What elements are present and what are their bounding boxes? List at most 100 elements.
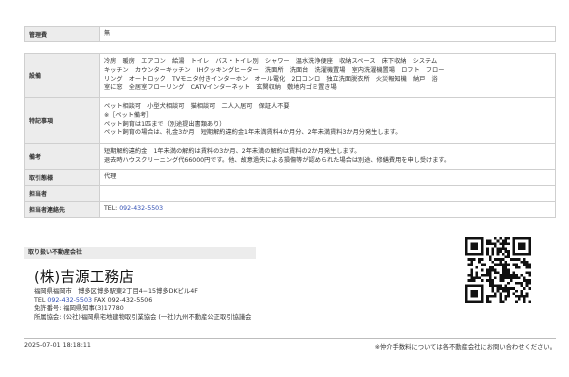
qr-module	[504, 297, 508, 301]
qr-module	[465, 297, 468, 301]
qr-module	[491, 279, 495, 282]
qr-module	[472, 258, 476, 261]
remarks-line: 短期解約違約金 1年未満の解約は賃料の3か月、2年未満の解約は賃料の2か月発生し…	[104, 147, 361, 155]
agency-associations: 所属協会: (公社)福岡県宅地建物取引業協会 (一社)九州不動産公正取引協議会	[34, 313, 252, 321]
qr-module	[512, 244, 516, 248]
qr-module	[480, 252, 484, 256]
qr-module	[499, 276, 502, 280]
qr-module	[488, 266, 492, 269]
facilities-line: キッチン カウンターキッチン IHクッキングヒーター 洗面所 洗面台 洗濯機置場…	[104, 66, 445, 74]
qr-module	[525, 237, 529, 240]
qr-module	[472, 295, 476, 298]
agency-tel-link[interactable]: 092-432-5503	[47, 297, 92, 304]
qr-module	[480, 279, 484, 282]
qr-module	[515, 281, 518, 285]
qr-module	[517, 247, 521, 251]
qr-module	[470, 258, 473, 261]
row-transaction-type: 取引態様 代理	[24, 169, 556, 186]
qr-module	[465, 244, 468, 248]
qr-module	[475, 242, 479, 245]
qr-module	[486, 242, 489, 245]
qr-module	[515, 266, 518, 269]
qr-module	[480, 250, 484, 253]
qr-module	[525, 260, 529, 264]
qr-module	[496, 250, 500, 253]
qr-module	[491, 284, 495, 288]
qr-module	[494, 276, 497, 280]
contact-tel-link[interactable]: 092-432-5503	[119, 205, 163, 212]
special-notes-line: ペット飼育は1匹まで（別途提出書類あり）	[104, 120, 226, 128]
qr-module	[504, 289, 508, 293]
qr-module	[465, 284, 468, 288]
qr-module	[509, 279, 513, 282]
qr-module	[515, 252, 518, 256]
qr-module	[480, 292, 484, 296]
qr-module	[517, 281, 521, 285]
qr-module	[507, 237, 510, 240]
qr-module	[465, 242, 468, 245]
qr-module	[488, 273, 492, 277]
qr-module	[507, 250, 510, 253]
qr-module	[501, 300, 505, 303]
qr-module	[504, 247, 508, 251]
qr-module	[512, 242, 516, 245]
qr-module	[520, 284, 524, 288]
qr-module	[523, 247, 526, 251]
agency-fax: FAX 092-432-5506	[91, 296, 153, 304]
qr-module	[491, 252, 495, 256]
qr-module	[499, 237, 502, 240]
row-management-fee: 管理費 無	[24, 26, 556, 42]
qr-module	[509, 273, 513, 277]
qr-module	[504, 287, 508, 290]
qr-module	[488, 258, 492, 261]
qr-module	[480, 263, 484, 267]
special-notes-label: 特記事項	[24, 97, 100, 144]
qr-module	[465, 300, 468, 303]
qr-module	[480, 268, 484, 272]
qr-module	[504, 284, 508, 288]
qr-module	[507, 281, 510, 285]
facilities-value: 冷房 暖房 エアコン 給湯 トイレ バス・トイレ別 シャワー 温水洗浄便座 収納…	[99, 53, 556, 98]
qr-module	[520, 289, 524, 293]
qr-module	[523, 287, 526, 290]
qr-module	[501, 258, 505, 261]
qr-module	[472, 244, 476, 248]
qr-module	[472, 237, 476, 240]
qr-module	[523, 244, 526, 248]
qr-module	[478, 284, 481, 288]
qr-module	[528, 287, 531, 290]
remarks-label: 備考	[24, 143, 100, 170]
qr-module	[515, 289, 518, 293]
qr-module	[496, 247, 500, 251]
qr-module	[496, 258, 500, 261]
qr-module	[512, 263, 516, 267]
qr-module	[515, 273, 518, 277]
qr-module	[509, 258, 513, 261]
qr-module	[470, 273, 473, 277]
qr-module	[507, 289, 510, 293]
qr-module	[520, 247, 524, 251]
qr-module	[504, 273, 508, 277]
qr-module	[501, 247, 505, 251]
qr-module	[486, 252, 489, 256]
qr-module	[470, 276, 473, 280]
qr-module	[523, 295, 526, 298]
qr-module	[509, 287, 513, 290]
qr-module	[494, 292, 497, 296]
qr-module	[523, 300, 526, 303]
qr-module	[465, 250, 468, 253]
qr-module	[491, 287, 495, 290]
qr-module	[480, 239, 484, 243]
qr-module	[517, 244, 521, 248]
qr-module	[486, 268, 489, 272]
qr-module	[507, 255, 510, 259]
qr-module	[470, 268, 473, 272]
qr-module	[478, 260, 481, 264]
qr-module	[523, 263, 526, 267]
qr-module	[507, 271, 510, 274]
qr-module	[517, 266, 521, 269]
qr-module	[470, 284, 473, 288]
qr-module	[504, 263, 508, 267]
qr-module	[528, 263, 531, 267]
qr-module	[523, 242, 526, 245]
